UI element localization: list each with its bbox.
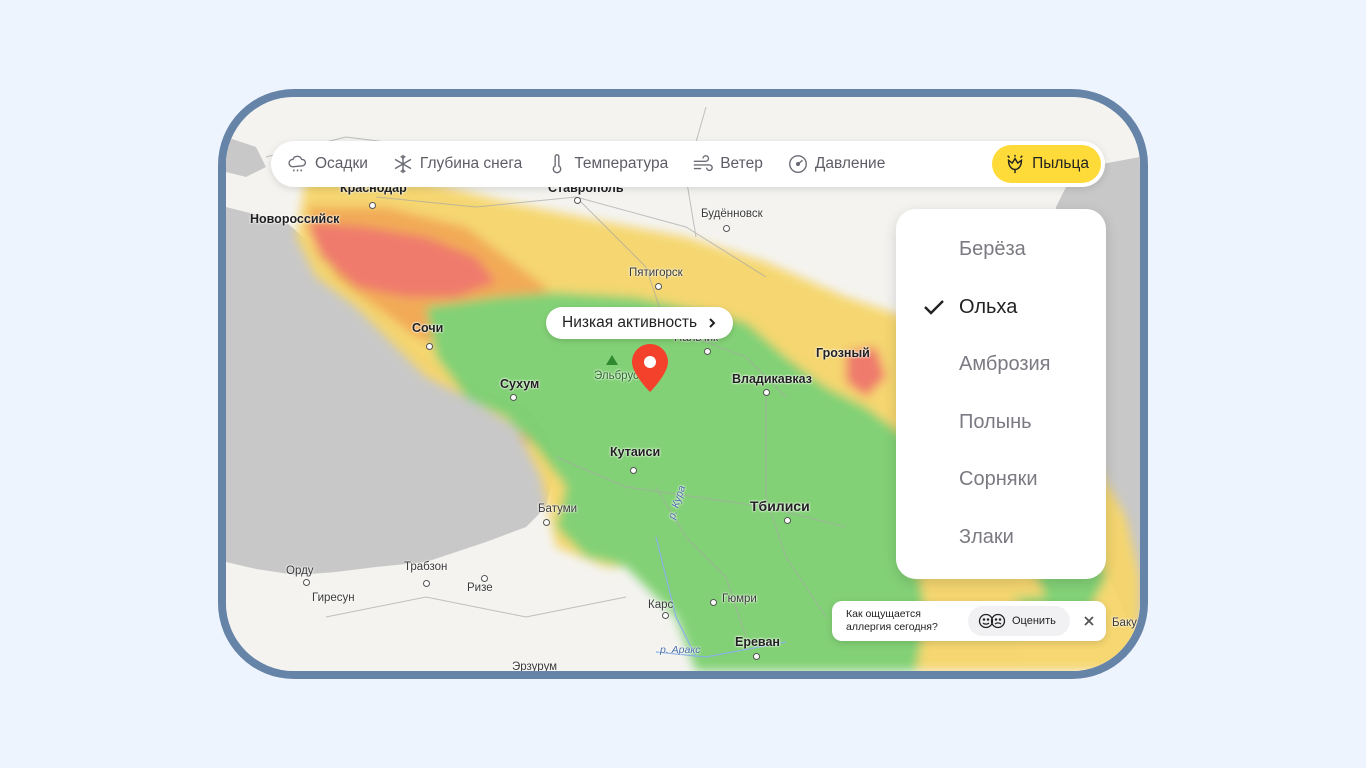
- city-budennovsk: Будённовск: [701, 208, 763, 220]
- city-dot: [426, 343, 433, 350]
- close-icon[interactable]: [1078, 610, 1100, 632]
- location-pin-icon[interactable]: [630, 342, 670, 394]
- city-batumi: Батуми: [538, 503, 578, 515]
- city-pyatigorsk: Пятигорск: [629, 267, 683, 279]
- city-kars: Карс: [648, 599, 674, 611]
- city-dot: [710, 599, 717, 606]
- city-kutaisi: Кутаиси: [610, 445, 661, 459]
- river-aras-label: р. Аракс: [660, 644, 701, 656]
- city-dot: [369, 202, 376, 209]
- menu-item-ambrosia[interactable]: Амброзия: [896, 344, 1106, 384]
- menu-item-label: Полынь: [959, 410, 1032, 433]
- gauge-icon: [788, 155, 807, 173]
- map-screen[interactable]: Краснодар Ставрополь Новороссийск Будённ…: [226, 97, 1140, 671]
- city-dot: [784, 517, 791, 524]
- allergy-feedback-card: Как ощущается аллергия сегодня? Оценить: [832, 601, 1106, 641]
- city-dot: [753, 653, 760, 660]
- city-dot: [574, 197, 581, 204]
- activity-popup[interactable]: Низкая активность: [546, 307, 734, 339]
- menu-item-birch[interactable]: Берёза: [896, 229, 1106, 269]
- city-sochi: Сочи: [412, 321, 444, 335]
- pollen-type-menu: Берёза Ольха Амброзия Полынь Сорняки Зла…: [896, 209, 1106, 579]
- city-dot: [763, 389, 770, 396]
- city-dot: [303, 579, 310, 586]
- menu-item-label: Сорняки: [959, 467, 1038, 490]
- city-gyumri: Гюмри: [722, 593, 757, 605]
- city-dot: [481, 575, 488, 582]
- city-novorossiysk: Новороссийск: [250, 212, 340, 226]
- layer-pollen[interactable]: Пыльца: [992, 145, 1101, 183]
- city-ordu: Орду: [286, 565, 314, 577]
- layer-precipitation[interactable]: Осадки: [275, 145, 380, 183]
- device-frame: Краснодар Ставрополь Новороссийск Будённ…: [218, 89, 1148, 679]
- cloud-rain-icon: [288, 155, 307, 172]
- city-giresun: Гиресун: [312, 592, 355, 604]
- checkmark-icon: [924, 300, 944, 315]
- layer-temperature[interactable]: Температура: [534, 145, 680, 183]
- city-grozny: Грозный: [816, 346, 870, 360]
- menu-item-grasses[interactable]: Злаки: [896, 517, 1106, 557]
- rate-button-label: Оценить: [1012, 615, 1056, 627]
- city-dot: [655, 283, 662, 290]
- city-erzurum: Эрзурум: [512, 661, 558, 671]
- layer-wind[interactable]: Ветер: [680, 145, 775, 183]
- city-dot: [704, 348, 711, 355]
- city-dot: [630, 467, 637, 474]
- city-dot: [423, 580, 430, 587]
- layer-label: Осадки: [315, 155, 368, 172]
- city-tbilisi: Тбилиси: [750, 498, 810, 514]
- layer-toolbar: Осадки Глубина снега Температура Ветер Д…: [271, 141, 1105, 187]
- chevron-right-icon: [709, 318, 716, 328]
- layer-snow-depth[interactable]: Глубина снега: [380, 145, 534, 183]
- layer-label: Давление: [814, 155, 886, 172]
- city-dot: [662, 612, 669, 619]
- menu-item-label: Амброзия: [959, 352, 1051, 375]
- menu-item-alder[interactable]: Ольха: [896, 287, 1106, 327]
- snowflake-icon: [394, 154, 412, 174]
- city-baku: Баку: [1112, 617, 1137, 629]
- menu-item-label: Берёза: [959, 237, 1026, 260]
- activity-label: Низкая активность: [562, 314, 698, 331]
- layer-pressure[interactable]: Давление: [775, 145, 898, 183]
- menu-item-weeds[interactable]: Сорняки: [896, 459, 1106, 499]
- city-dot: [543, 519, 550, 526]
- rate-button[interactable]: Оценить: [968, 606, 1070, 636]
- city-rize: Ризе: [467, 582, 493, 594]
- menu-item-wormwood[interactable]: Полынь: [896, 402, 1106, 442]
- city-dot: [723, 225, 730, 232]
- menu-item-label: Ольха: [959, 295, 1018, 318]
- emoji-faces-icon: [978, 613, 1006, 629]
- feedback-question: Как ощущается аллергия сегодня?: [846, 608, 938, 633]
- pollen-flower-icon: [1007, 154, 1023, 174]
- layer-label: Ветер: [720, 155, 763, 172]
- thermometer-icon: [553, 154, 562, 174]
- city-yerevan: Ереван: [735, 635, 780, 649]
- city-dot: [510, 394, 517, 401]
- menu-item-label: Злаки: [959, 525, 1014, 548]
- layer-label: Глубина снега: [419, 155, 523, 172]
- wind-icon: [694, 155, 714, 172]
- city-vladikavkaz: Владикавказ: [732, 372, 813, 386]
- layer-label: Температура: [574, 155, 669, 172]
- city-trabzon: Трабзон: [404, 561, 448, 573]
- city-sukhum: Сухум: [500, 377, 540, 391]
- layer-label: Пыльца: [1032, 155, 1089, 172]
